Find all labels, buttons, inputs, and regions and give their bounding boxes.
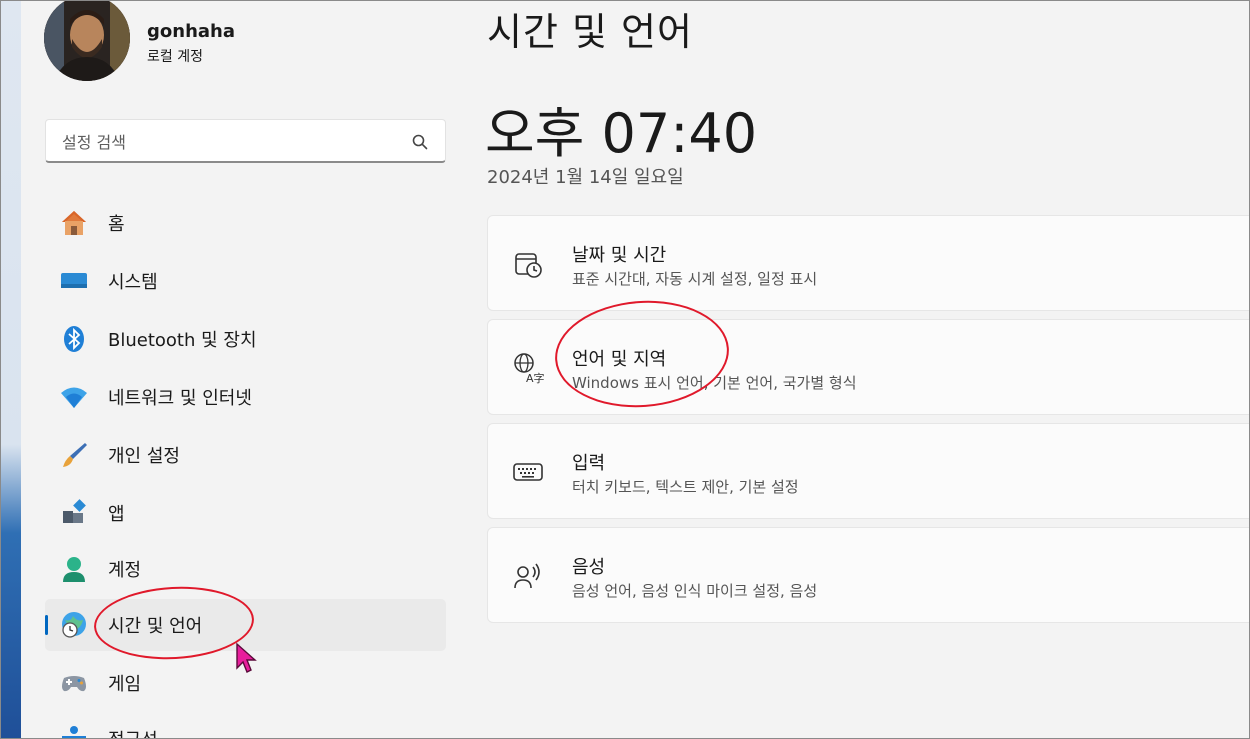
card-title: 음성 [572,557,606,578]
card-title: 입력 [572,453,606,474]
bluetooth-icon [64,326,84,352]
sidebar-item-network[interactable]: 네트워크 및 인터넷 [45,371,446,423]
user-name: gonhaha [147,21,235,42]
settings-window: gonhaha 로컬 계정 홈 시스템 [21,1,1249,738]
card-title: 언어 및 지역 [572,349,667,370]
search-box[interactable] [45,119,446,163]
keyboard-icon [513,463,543,481]
globe-clock-icon [62,612,86,638]
sidebar-item-label: 앱 [108,504,125,525]
current-date: 2024년 1월 14일 일요일 [487,167,684,188]
card-date-time[interactable]: 날짜 및 시간 표준 시간대, 자동 시계 설정, 일정 표시 [487,215,1249,311]
account-type: 로컬 계정 [147,49,203,65]
selection-indicator [45,615,48,635]
sidebar-item-personalization[interactable]: 개인 설정 [45,429,446,481]
speech-icon [514,563,540,589]
sidebar-item-label: 개인 설정 [108,446,180,467]
page-title: 시간 및 언어 [487,10,693,54]
sidebar-item-label: 계정 [108,560,142,581]
sidebar-item-apps[interactable]: 앱 [45,487,446,539]
sidebar-item-system[interactable]: 시스템 [45,255,446,307]
svg-text:A字: A字 [526,371,544,384]
search-input[interactable] [62,131,392,153]
card-subtitle: 표준 시간대, 자동 시계 설정, 일정 표시 [572,270,818,288]
card-speech[interactable]: 음성 음성 언어, 음성 인식 마이크 설정, 음성 [487,527,1249,623]
calendar-clock-icon [515,253,542,278]
brush-icon [63,443,87,467]
account-icon [63,557,85,582]
card-subtitle: 음성 언어, 음성 인식 마이크 설정, 음성 [572,582,818,600]
sidebar-item-label: 게임 [108,674,142,695]
mouse-cursor-icon [236,642,257,673]
card-subtitle: Windows 표시 언어, 기본 언어, 국가별 형식 [572,374,857,392]
home-icon [62,211,86,235]
card-subtitle: 터치 키보드, 텍스트 제안, 기본 설정 [572,478,799,496]
accessibility-icon [62,726,86,738]
current-time: 오후 07:40 [485,102,758,165]
language-icon: A字 [514,353,544,384]
sidebar-item-bluetooth[interactable]: Bluetooth 및 장치 [45,313,446,365]
card-language-region[interactable]: A字 언어 및 지역 Windows 표시 언어, 기본 언어, 국가별 형식 [487,319,1249,415]
apps-icon [63,499,86,523]
sidebar-item-label: 시스템 [108,272,158,293]
card-typing[interactable]: 입력 터치 키보드, 텍스트 제안, 기본 설정 [487,423,1249,519]
gamepad-icon [62,676,86,692]
screenshot-frame: gonhaha 로컬 계정 홈 시스템 [0,0,1250,739]
sidebar-item-accessibility[interactable]: 접근성 [45,713,446,738]
avatar[interactable] [44,1,130,81]
sidebar-item-label: 시간 및 언어 [108,616,203,637]
sidebar-item-label: 홈 [108,214,125,235]
sidebar-item-label: 네트워크 및 인터넷 [108,388,252,409]
sidebar-item-label: 접근성 [108,726,158,738]
sidebar-item-label: Bluetooth 및 장치 [108,330,257,351]
sidebar-item-home[interactable]: 홈 [45,197,446,249]
sidebar-item-accounts[interactable]: 계정 [45,543,446,595]
wifi-icon [61,387,87,408]
display-icon [61,273,87,288]
desktop-background [1,1,21,738]
card-title: 날짜 및 시간 [572,245,667,266]
search-icon[interactable] [411,133,429,151]
